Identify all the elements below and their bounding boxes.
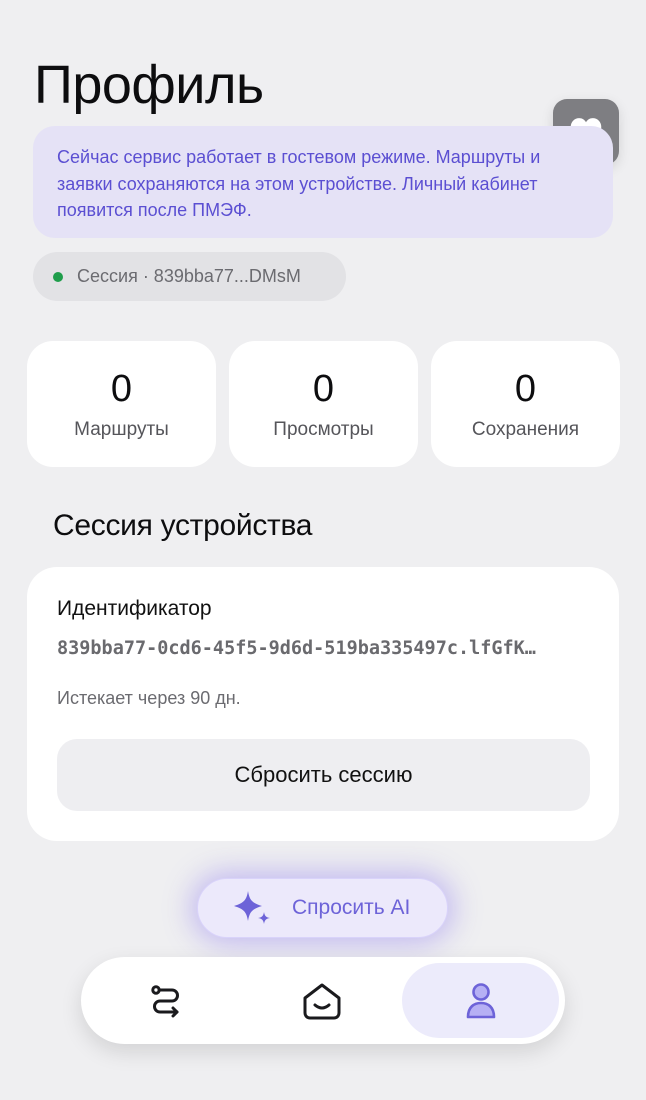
session-expiry: Истекает через 90 дн. — [57, 688, 241, 708]
ask-ai-label: Спросить AI — [292, 896, 411, 919]
section-title-device-session: Сессия устройства — [53, 509, 313, 542]
device-session-card: Идентификатор 839bba77-0cd6-45f5-9d6d-51… — [27, 567, 619, 841]
reset-session-button[interactable]: Сбросить сессию — [57, 739, 590, 811]
tab-home[interactable] — [267, 963, 377, 1038]
stat-card-routes: 0 Маршруты — [27, 341, 216, 467]
stat-card-views: 0 Просмотры — [229, 341, 418, 467]
stat-value: 0 — [514, 368, 537, 410]
session-status-dot — [53, 271, 63, 282]
stat-value: 0 — [110, 368, 133, 410]
session-badge: Сессия · 839bba77...DMsM — [33, 252, 346, 301]
identifier-value: 839bba77-0cd6-45f5-9d6d-519ba335497c.lfG… — [57, 638, 536, 659]
bottom-tab-bar — [81, 957, 565, 1044]
user-icon — [466, 982, 495, 1018]
guest-mode-notice: Сейчас сервис работает в гостевом режиме… — [33, 126, 613, 238]
identifier-label: Идентификатор — [57, 597, 212, 620]
route-icon — [151, 984, 179, 1017]
tab-profile[interactable] — [402, 963, 559, 1038]
stat-card-saves: 0 Сохранения — [431, 341, 620, 467]
stat-label: Маршруты — [74, 419, 169, 440]
stat-value: 0 — [312, 368, 335, 410]
page-title: Профиль — [34, 55, 264, 115]
tab-routes[interactable] — [111, 963, 221, 1038]
sparkle-icon — [234, 891, 270, 924]
home-icon — [303, 983, 341, 1019]
session-badge-label: Сессия · 839bba77...DMsM — [77, 266, 301, 286]
ask-ai-button[interactable]: Спросить AI — [197, 878, 448, 938]
stat-label: Сохранения — [471, 419, 580, 440]
stat-label: Просмотры — [273, 419, 374, 440]
